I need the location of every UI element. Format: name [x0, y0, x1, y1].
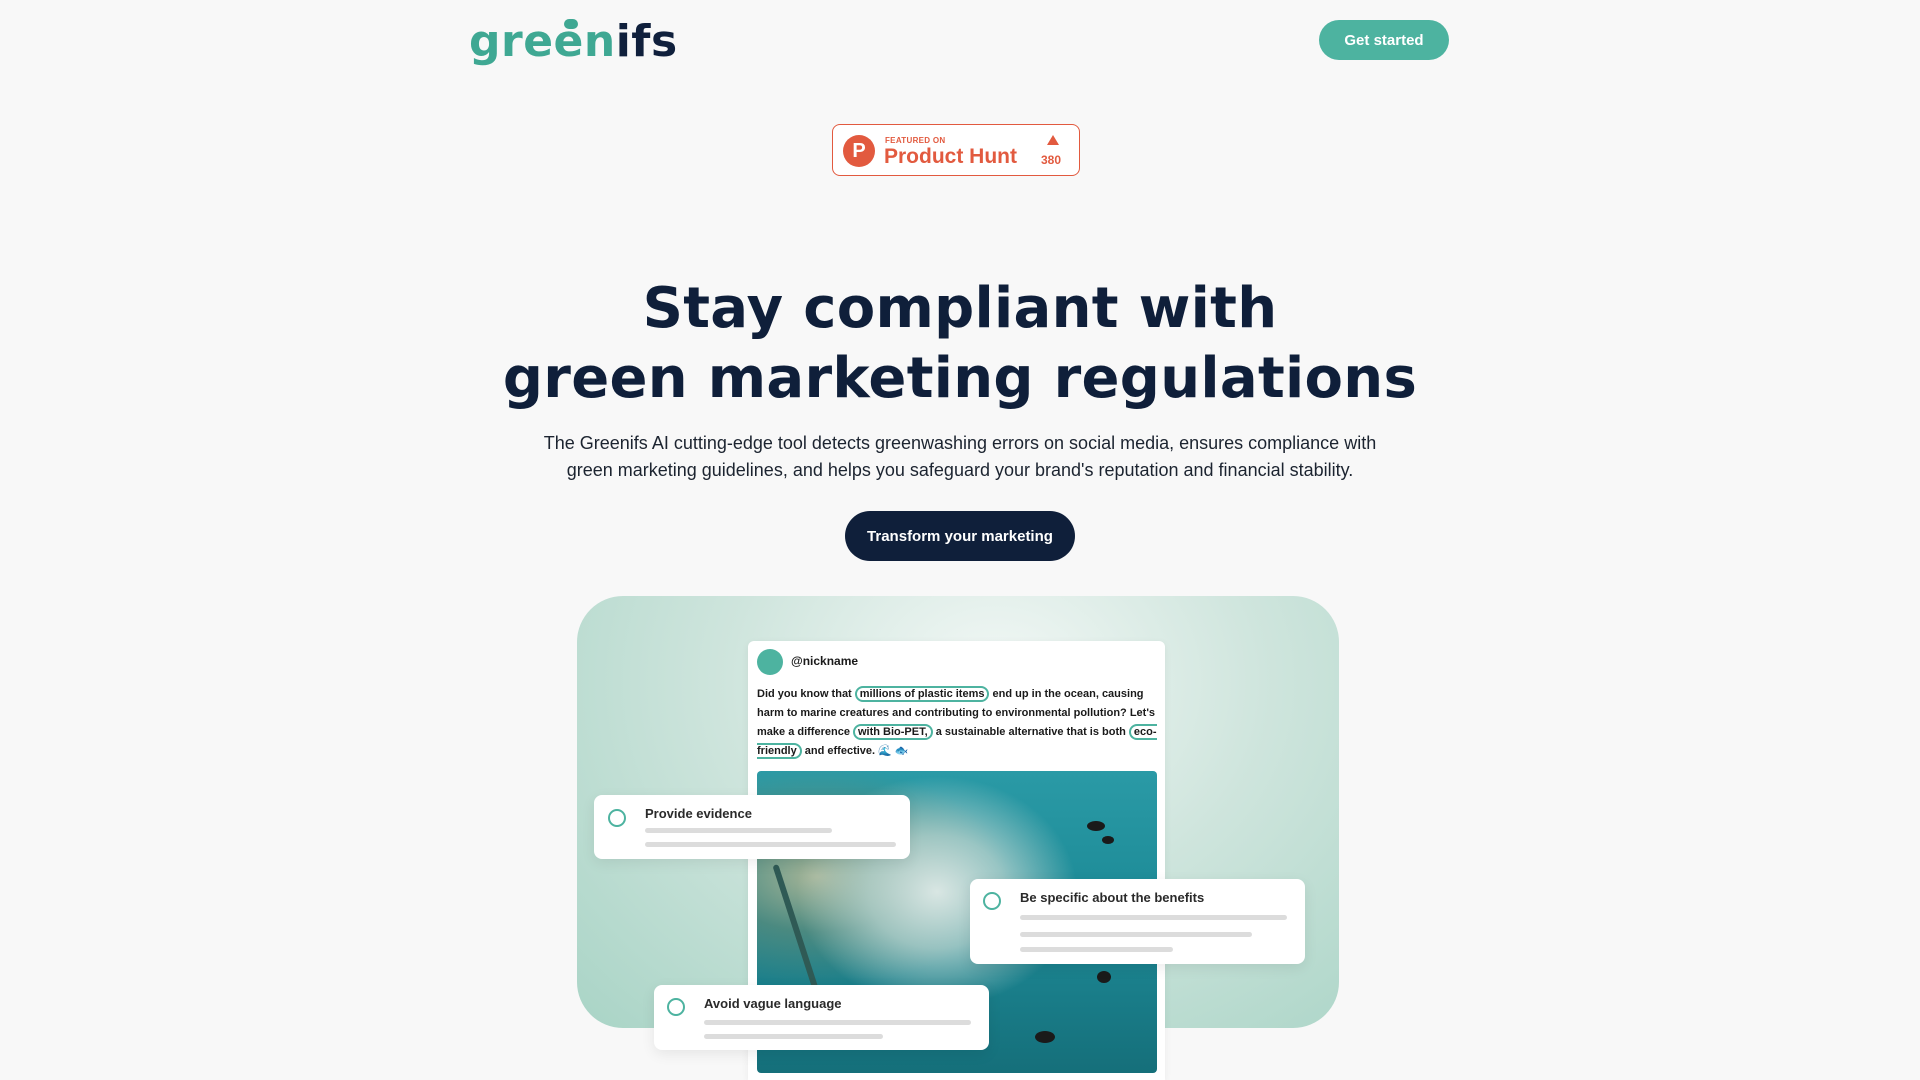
fish-shape [1102, 836, 1114, 844]
logo-text-n: n [583, 16, 616, 67]
upvote-arrow-icon [1047, 135, 1059, 145]
tip-card-title: Avoid vague language [704, 996, 842, 1011]
tip-card-specific[interactable]: Be specific about the benefits [970, 879, 1305, 964]
placeholder-line [1020, 932, 1252, 937]
transform-marketing-button[interactable]: Transform your marketing [845, 511, 1075, 561]
fish-shape [1097, 971, 1111, 983]
headline-line-2: green marketing regulations [502, 346, 1418, 411]
page-title: Stay compliant with green marketing regu… [0, 274, 1920, 414]
post-text-part: Did you know that [757, 688, 855, 700]
hero-subtitle: The Greenifs AI cutting-edge tool detect… [543, 433, 1377, 480]
placeholder-line [645, 828, 832, 833]
badge-name: Product Hunt [884, 145, 1017, 168]
landing-page: greenifs Get started P FEATURED ON Produ… [0, 0, 1920, 1080]
post-text-part: a sustainable alternative that is both [932, 726, 1129, 738]
post-nickname: @nickname [791, 654, 859, 668]
placeholder-line [1020, 915, 1287, 920]
fish-shape [1087, 821, 1105, 831]
checkbox-circle-icon[interactable] [608, 809, 626, 827]
product-hunt-icon: P [843, 135, 875, 167]
placeholder-line [704, 1020, 971, 1025]
highlight-claim[interactable]: millions of plastic items [854, 686, 990, 702]
badge-featured-label: FEATURED ON [885, 136, 946, 145]
checkbox-circle-icon[interactable] [667, 998, 685, 1016]
placeholder-line [645, 842, 896, 847]
tip-card-evidence[interactable]: Provide evidence [594, 795, 910, 859]
get-started-button[interactable]: Get started [1319, 20, 1449, 60]
headline-line-1: Stay compliant with [642, 276, 1278, 341]
logo-dot-icon [564, 19, 578, 29]
product-hunt-badge[interactable]: P FEATURED ON Product Hunt 380 [832, 124, 1080, 176]
post-text-part: and effective. 🌊 🐟 [801, 745, 909, 757]
placeholder-line [704, 1034, 883, 1039]
post-text: Did you know that millions of plastic it… [757, 685, 1157, 761]
logo[interactable]: greenifs [469, 14, 678, 70]
tip-card-title: Be specific about the benefits [1020, 890, 1205, 905]
placeholder-line [1020, 947, 1173, 952]
checkbox-circle-icon[interactable] [983, 892, 1001, 910]
logo-text-dark: ifs [615, 16, 678, 67]
fish-shape [1035, 1031, 1055, 1043]
highlight-claim[interactable]: with Bio-PET, [853, 724, 933, 740]
avatar [757, 649, 783, 675]
tip-card-title: Provide evidence [645, 806, 752, 821]
upvote-count: 380 [1041, 153, 1062, 167]
tip-card-vague[interactable]: Avoid vague language [654, 985, 989, 1050]
